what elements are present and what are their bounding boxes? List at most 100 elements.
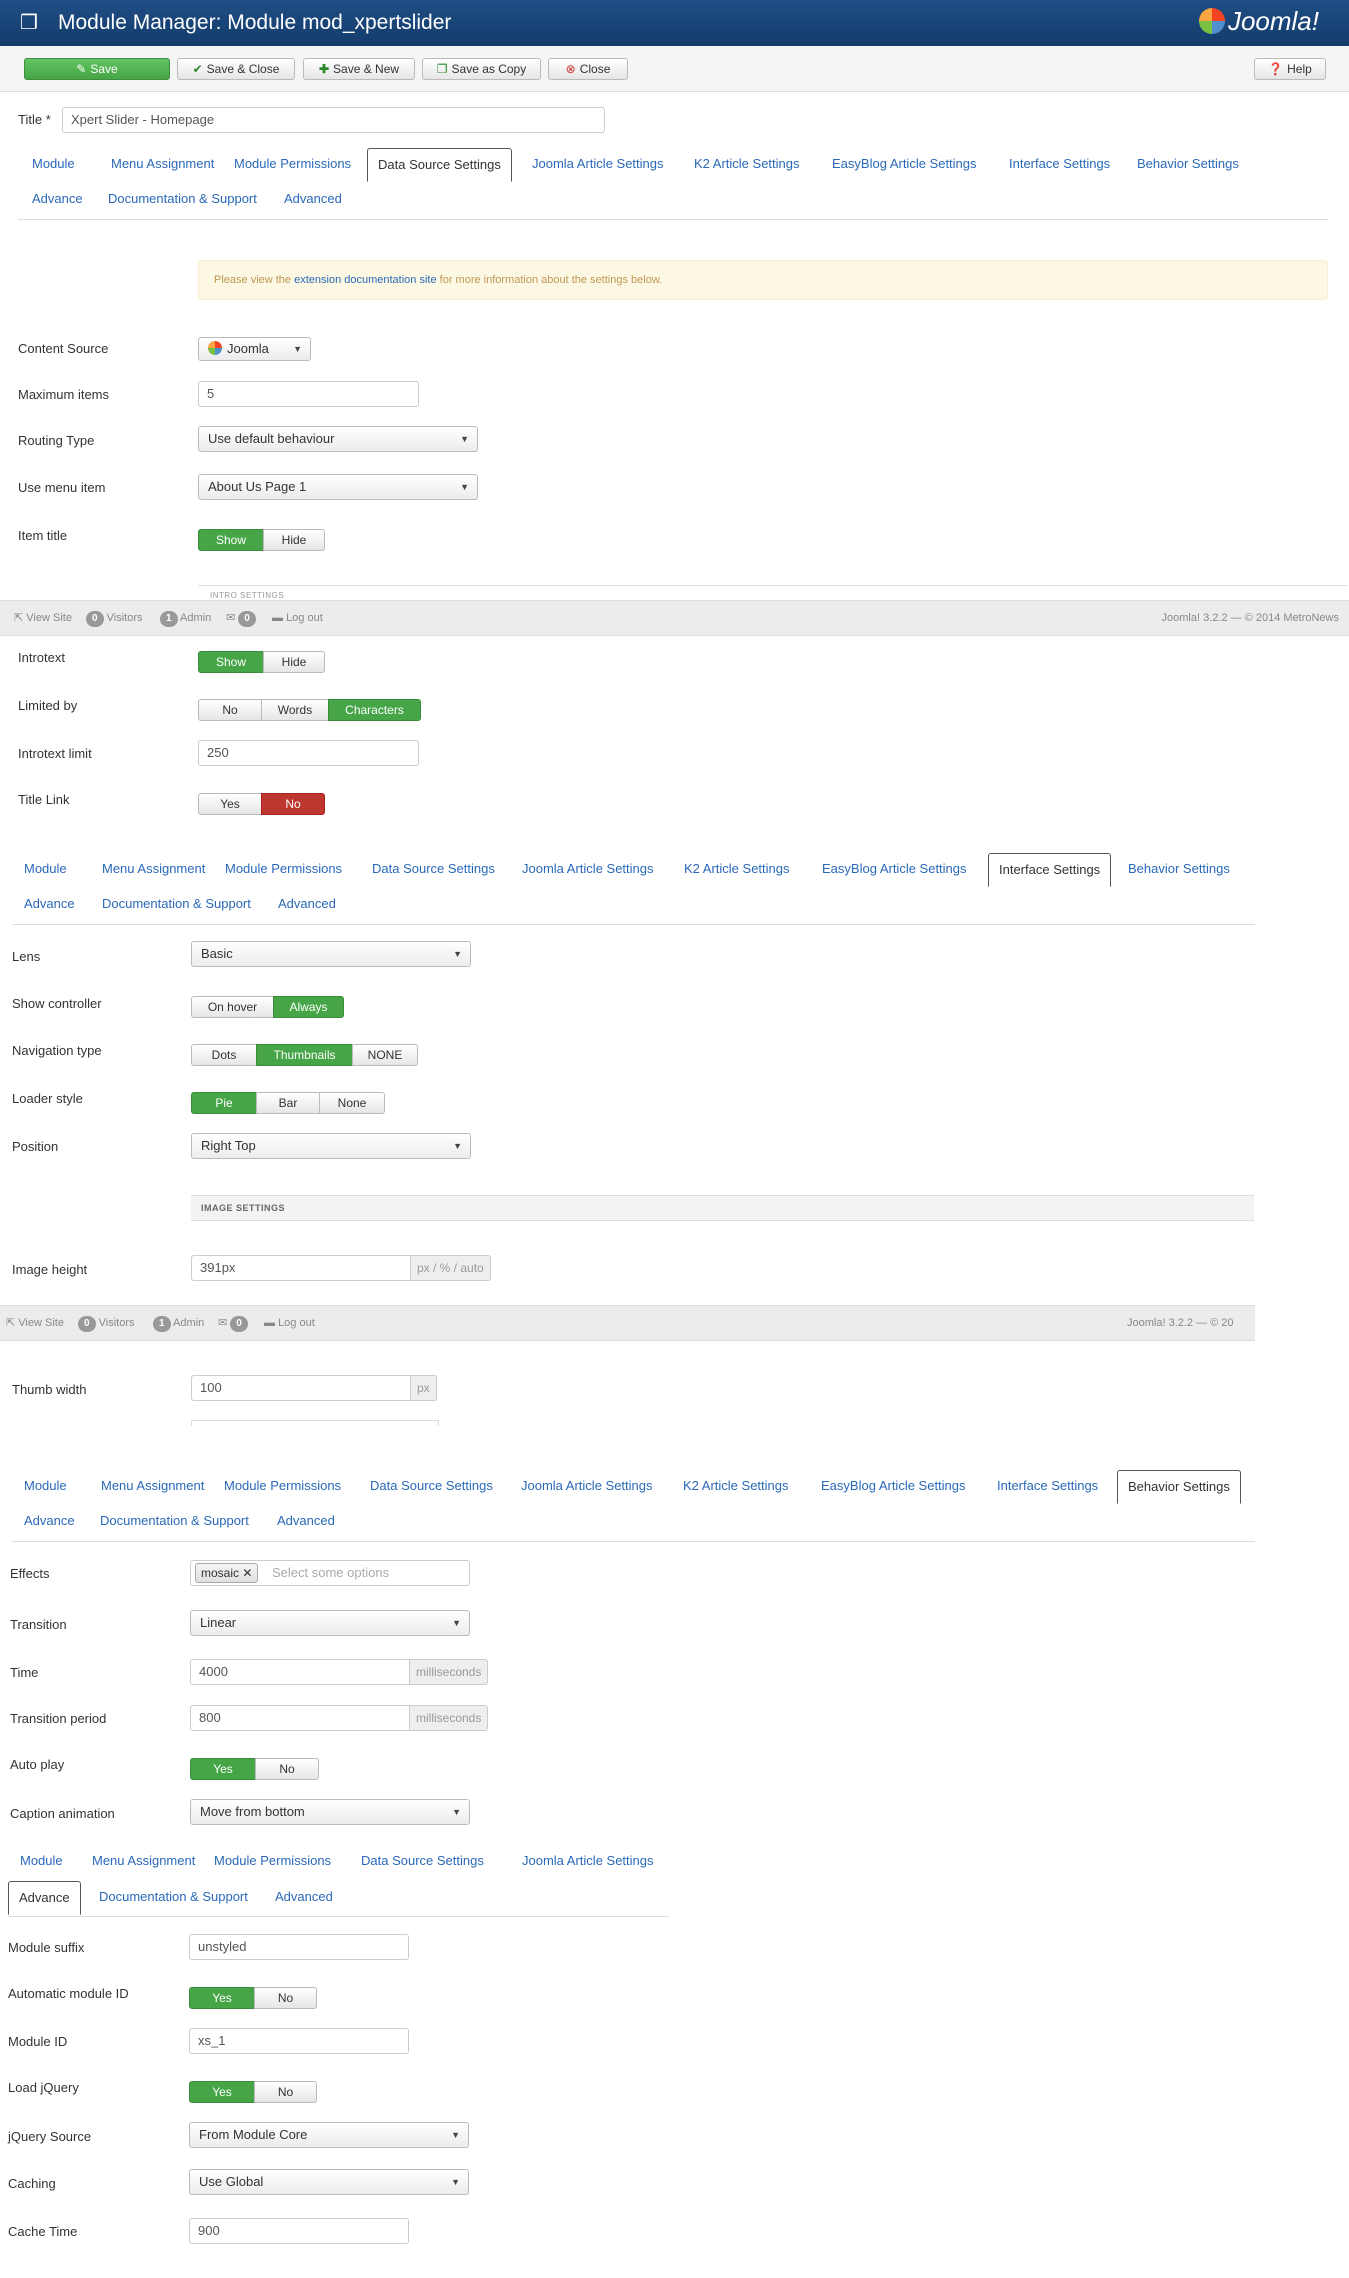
tab-k2-article-settings[interactable]: K2 Article Settings: [684, 148, 810, 182]
tab-interface-settings[interactable]: Interface Settings: [987, 1470, 1108, 1504]
messages-status[interactable]: ✉ 0: [226, 601, 256, 635]
tab-menu-assignment[interactable]: Menu Assignment: [101, 148, 224, 182]
loader-style-none[interactable]: None: [319, 1092, 385, 1114]
messages-status[interactable]: ✉ 0: [218, 1306, 248, 1340]
documentation-link[interactable]: extension documentation site: [294, 274, 436, 286]
effect-chip-mosaic[interactable]: mosaic ✕: [195, 1563, 259, 1583]
introtext-hide[interactable]: Hide: [263, 651, 325, 673]
introtext-show[interactable]: Show: [198, 651, 264, 673]
tab-documentation[interactable]: Documentation & Support: [98, 183, 267, 217]
tab-module[interactable]: Module: [22, 148, 85, 182]
tab-easyblog-article-settings[interactable]: EasyBlog Article Settings: [811, 1470, 976, 1504]
tab-documentation[interactable]: Documentation & Support: [92, 888, 261, 922]
help-button[interactable]: ❓ Help: [1254, 58, 1326, 80]
tab-documentation[interactable]: Documentation & Support: [89, 1881, 258, 1915]
tab-advance[interactable]: Advance: [14, 1505, 85, 1539]
use-menu-item-select[interactable]: About Us Page 1 ▼: [198, 474, 478, 500]
cache-time-input[interactable]: 900: [189, 2218, 409, 2244]
routing-type-select[interactable]: Use default behaviour ▼: [198, 426, 478, 452]
tab-menu-assignment[interactable]: Menu Assignment: [82, 1845, 205, 1879]
tab-joomla-article-settings[interactable]: Joomla Article Settings: [522, 148, 674, 182]
tab-behavior-settings[interactable]: Behavior Settings: [1127, 148, 1249, 182]
title-input[interactable]: Xpert Slider - Homepage: [62, 107, 605, 133]
load-jquery-yes[interactable]: Yes: [189, 2081, 255, 2103]
tab-module[interactable]: Module: [10, 1845, 73, 1879]
auto-module-id-yes[interactable]: Yes: [189, 1987, 255, 2009]
loader-style-bar[interactable]: Bar: [256, 1092, 320, 1114]
joomla-logo[interactable]: Joomla!: [1198, 6, 1319, 37]
tab-behavior-settings[interactable]: Behavior Settings: [1117, 1470, 1241, 1504]
tab-module-permissions[interactable]: Module Permissions: [215, 853, 352, 887]
tab-documentation[interactable]: Documentation & Support: [90, 1505, 259, 1539]
tab-interface-settings[interactable]: Interface Settings: [999, 148, 1120, 182]
navigation-type-dots[interactable]: Dots: [191, 1044, 257, 1066]
tab-joomla-article-settings[interactable]: Joomla Article Settings: [512, 853, 664, 887]
tab-joomla-article-settings[interactable]: Joomla Article Settings: [512, 1845, 664, 1879]
effects-multiselect[interactable]: mosaic ✕ Select some options: [190, 1560, 470, 1586]
save-copy-button[interactable]: ❐ Save as Copy: [422, 58, 541, 80]
auto-play-no[interactable]: No: [255, 1758, 319, 1780]
show-controller-always[interactable]: Always: [273, 996, 344, 1018]
tab-k2-article-settings[interactable]: K2 Article Settings: [673, 1470, 799, 1504]
tab-k2-article-settings[interactable]: K2 Article Settings: [674, 853, 800, 887]
tab-advanced[interactable]: Advanced: [268, 888, 346, 922]
tab-data-source-settings[interactable]: Data Source Settings: [362, 853, 505, 887]
module-suffix-input[interactable]: unstyled: [189, 1934, 409, 1960]
title-link-no[interactable]: No: [261, 793, 325, 815]
view-site-link[interactable]: ⇱ View Site: [6, 1306, 64, 1340]
save-new-button[interactable]: ✚ Save & New: [303, 58, 415, 80]
show-controller-on-hover[interactable]: On hover: [191, 996, 274, 1018]
tab-data-source-settings[interactable]: Data Source Settings: [367, 148, 512, 182]
tab-easyblog-article-settings[interactable]: EasyBlog Article Settings: [812, 853, 977, 887]
module-id-input[interactable]: xs_1: [189, 2028, 409, 2054]
auto-module-id-no[interactable]: No: [254, 1987, 317, 2009]
tab-advance[interactable]: Advance: [22, 183, 93, 217]
caption-animation-select[interactable]: Move from bottom ▼: [190, 1799, 470, 1825]
tab-joomla-article-settings[interactable]: Joomla Article Settings: [511, 1470, 663, 1504]
tab-data-source-settings[interactable]: Data Source Settings: [360, 1470, 503, 1504]
logout-link[interactable]: ▬ Log out: [272, 601, 323, 635]
tab-advance[interactable]: Advance: [8, 1881, 81, 1915]
navigation-type-none[interactable]: NONE: [352, 1044, 418, 1066]
item-title-hide[interactable]: Hide: [263, 529, 325, 551]
introtext-limit-input[interactable]: 250: [198, 740, 419, 766]
tab-data-source-settings[interactable]: Data Source Settings: [351, 1845, 494, 1879]
tab-module-permissions[interactable]: Module Permissions: [214, 1470, 351, 1504]
tab-module[interactable]: Module: [14, 1470, 77, 1504]
jquery-source-select[interactable]: From Module Core ▼: [189, 2122, 469, 2148]
time-input[interactable]: 4000: [190, 1659, 410, 1685]
logout-link[interactable]: ▬ Log out: [264, 1306, 315, 1340]
loader-style-pie[interactable]: Pie: [191, 1092, 257, 1114]
tab-interface-settings[interactable]: Interface Settings: [988, 853, 1112, 887]
transition-period-input[interactable]: 800: [190, 1705, 410, 1731]
tab-menu-assignment[interactable]: Menu Assignment: [92, 853, 215, 887]
caching-select[interactable]: Use Global ▼: [189, 2169, 469, 2195]
tab-menu-assignment[interactable]: Menu Assignment: [91, 1470, 214, 1504]
tab-advanced[interactable]: Advanced: [274, 183, 352, 217]
close-button[interactable]: ⊗ Close: [548, 58, 628, 80]
save-button[interactable]: ✎ Save: [24, 58, 170, 80]
tab-advanced[interactable]: Advanced: [267, 1505, 345, 1539]
tab-easyblog-article-settings[interactable]: EasyBlog Article Settings: [822, 148, 987, 182]
limited-by-no[interactable]: No: [198, 699, 262, 721]
position-select[interactable]: Right Top ▼: [191, 1133, 471, 1159]
navigation-type-thumbnails[interactable]: Thumbnails: [256, 1044, 353, 1066]
load-jquery-no[interactable]: No: [254, 2081, 317, 2103]
title-link-yes[interactable]: Yes: [198, 793, 262, 815]
lens-select[interactable]: Basic ▼: [191, 941, 471, 967]
tab-advance[interactable]: Advance: [14, 888, 85, 922]
remove-icon[interactable]: ✕: [242, 1566, 252, 1580]
transition-select[interactable]: Linear ▼: [190, 1610, 470, 1636]
thumb-width-input[interactable]: 100: [191, 1375, 411, 1401]
content-source-select[interactable]: Joomla ▼: [198, 337, 311, 361]
tab-module-permissions[interactable]: Module Permissions: [204, 1845, 341, 1879]
image-height-input[interactable]: 391px: [191, 1255, 411, 1281]
limited-by-characters[interactable]: Characters: [328, 699, 421, 721]
item-title-show[interactable]: Show: [198, 529, 264, 551]
auto-play-yes[interactable]: Yes: [190, 1758, 256, 1780]
tab-module[interactable]: Module: [14, 853, 77, 887]
view-site-link[interactable]: ⇱ View Site: [14, 601, 72, 635]
tab-module-permissions[interactable]: Module Permissions: [224, 148, 361, 182]
tab-behavior-settings[interactable]: Behavior Settings: [1118, 853, 1240, 887]
tab-advanced[interactable]: Advanced: [265, 1881, 343, 1915]
